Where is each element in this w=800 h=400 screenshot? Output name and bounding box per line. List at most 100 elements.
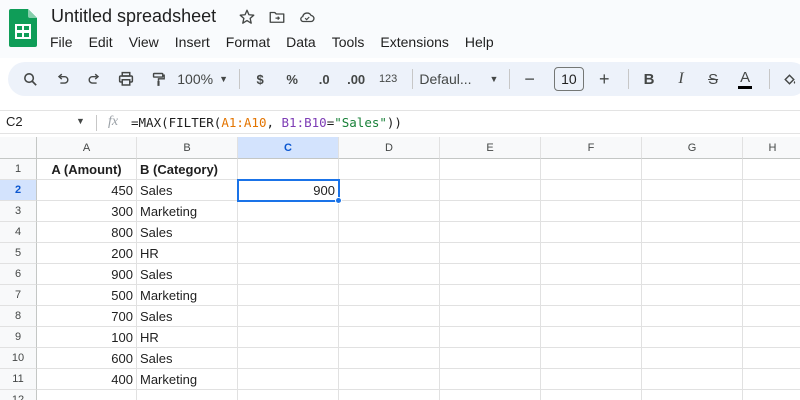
cell-f2[interactable] (541, 180, 642, 201)
formula-input[interactable]: =MAX(FILTER(A1:A10, B1:B10="Sales")) (131, 115, 402, 130)
cell-e5[interactable] (440, 243, 541, 264)
cell-b11[interactable]: Marketing (137, 369, 238, 390)
cell-g12[interactable] (642, 390, 743, 400)
cell-a10[interactable]: 600 (37, 348, 137, 369)
cell-a7[interactable]: 500 (37, 285, 137, 306)
name-box[interactable]: C2 (6, 114, 23, 129)
cell-d5[interactable] (339, 243, 440, 264)
cell-h2[interactable] (743, 180, 800, 201)
row-header-3[interactable]: 3 (0, 201, 37, 222)
cell-d1[interactable] (339, 159, 440, 180)
cell-a12[interactable] (37, 390, 137, 400)
cell-c10[interactable] (238, 348, 339, 369)
cell-a3[interactable]: 300 (37, 201, 137, 222)
cell-c9[interactable] (238, 327, 339, 348)
cell-h5[interactable] (743, 243, 800, 264)
cell-c7[interactable] (238, 285, 339, 306)
cell-d11[interactable] (339, 369, 440, 390)
cell-f3[interactable] (541, 201, 642, 222)
cell-f7[interactable] (541, 285, 642, 306)
row-header-9[interactable]: 9 (0, 327, 37, 348)
cell-c4[interactable] (238, 222, 339, 243)
row-header-5[interactable]: 5 (0, 243, 37, 264)
column-header-f[interactable]: F (541, 137, 642, 159)
cell-f10[interactable] (541, 348, 642, 369)
cell-g11[interactable] (642, 369, 743, 390)
cell-e6[interactable] (440, 264, 541, 285)
menu-view[interactable]: View (121, 31, 167, 53)
cell-c3[interactable] (238, 201, 339, 222)
cloud-saved-icon[interactable] (296, 6, 318, 28)
cell-d6[interactable] (339, 264, 440, 285)
undo-icon[interactable] (48, 65, 76, 93)
cell-h9[interactable] (743, 327, 800, 348)
cell-c2[interactable]: 900 (238, 180, 339, 201)
column-header-c[interactable]: C (238, 137, 339, 159)
row-header-7[interactable]: 7 (0, 285, 37, 306)
number-format-button[interactable]: 123 (374, 65, 402, 93)
star-icon[interactable] (236, 6, 258, 28)
column-header-g[interactable]: G (642, 137, 743, 159)
cell-d8[interactable] (339, 306, 440, 327)
row-header-12[interactable]: 12 (0, 390, 37, 400)
cell-f1[interactable] (541, 159, 642, 180)
bold-button[interactable]: B (635, 65, 663, 93)
cell-g6[interactable] (642, 264, 743, 285)
column-header-a[interactable]: A (37, 137, 137, 159)
cell-c6[interactable] (238, 264, 339, 285)
percent-format-button[interactable]: % (278, 65, 306, 93)
column-header-e[interactable]: E (440, 137, 541, 159)
cell-c1[interactable] (238, 159, 339, 180)
redo-icon[interactable] (80, 65, 108, 93)
row-header-2[interactable]: 2 (0, 180, 37, 201)
cell-c5[interactable] (238, 243, 339, 264)
decrease-font-size-icon[interactable]: − (516, 65, 544, 93)
cell-f6[interactable] (541, 264, 642, 285)
select-all-corner[interactable] (0, 137, 37, 159)
cell-f11[interactable] (541, 369, 642, 390)
cell-g7[interactable] (642, 285, 743, 306)
increase-font-size-icon[interactable]: + (590, 65, 618, 93)
cell-g9[interactable] (642, 327, 743, 348)
cell-e4[interactable] (440, 222, 541, 243)
cell-b4[interactable]: Sales (137, 222, 238, 243)
decrease-decimal-button[interactable]: .0 (310, 65, 338, 93)
cell-h3[interactable] (743, 201, 800, 222)
row-header-6[interactable]: 6 (0, 264, 37, 285)
cell-b1[interactable]: B (Category) (137, 159, 238, 180)
cell-h6[interactable] (743, 264, 800, 285)
cell-a5[interactable]: 200 (37, 243, 137, 264)
print-icon[interactable] (112, 65, 140, 93)
cell-h11[interactable] (743, 369, 800, 390)
cell-g8[interactable] (642, 306, 743, 327)
cell-d4[interactable] (339, 222, 440, 243)
menu-insert[interactable]: Insert (167, 31, 218, 53)
cell-b8[interactable]: Sales (137, 306, 238, 327)
cell-a9[interactable]: 100 (37, 327, 137, 348)
document-title[interactable]: Untitled spreadsheet (51, 6, 216, 27)
cell-c12[interactable] (238, 390, 339, 400)
fill-handle[interactable] (335, 197, 342, 204)
cell-b6[interactable]: Sales (137, 264, 238, 285)
menu-tools[interactable]: Tools (324, 31, 373, 53)
cell-b3[interactable]: Marketing (137, 201, 238, 222)
cell-h12[interactable] (743, 390, 800, 400)
cell-a4[interactable]: 800 (37, 222, 137, 243)
cell-h7[interactable] (743, 285, 800, 306)
font-size-input[interactable]: 10 (553, 67, 585, 91)
cell-f5[interactable] (541, 243, 642, 264)
currency-format-button[interactable]: $ (246, 65, 274, 93)
cell-g5[interactable] (642, 243, 743, 264)
menu-format[interactable]: Format (218, 31, 278, 53)
cell-h1[interactable] (743, 159, 800, 180)
cell-e1[interactable] (440, 159, 541, 180)
cell-b12[interactable] (137, 390, 238, 400)
cell-a6[interactable]: 900 (37, 264, 137, 285)
italic-button[interactable]: I (667, 65, 695, 93)
cell-a1[interactable]: A (Amount) (37, 159, 137, 180)
increase-decimal-button[interactable]: .00 (342, 65, 370, 93)
cell-d7[interactable] (339, 285, 440, 306)
cell-e7[interactable] (440, 285, 541, 306)
cell-f12[interactable] (541, 390, 642, 400)
cell-e8[interactable] (440, 306, 541, 327)
